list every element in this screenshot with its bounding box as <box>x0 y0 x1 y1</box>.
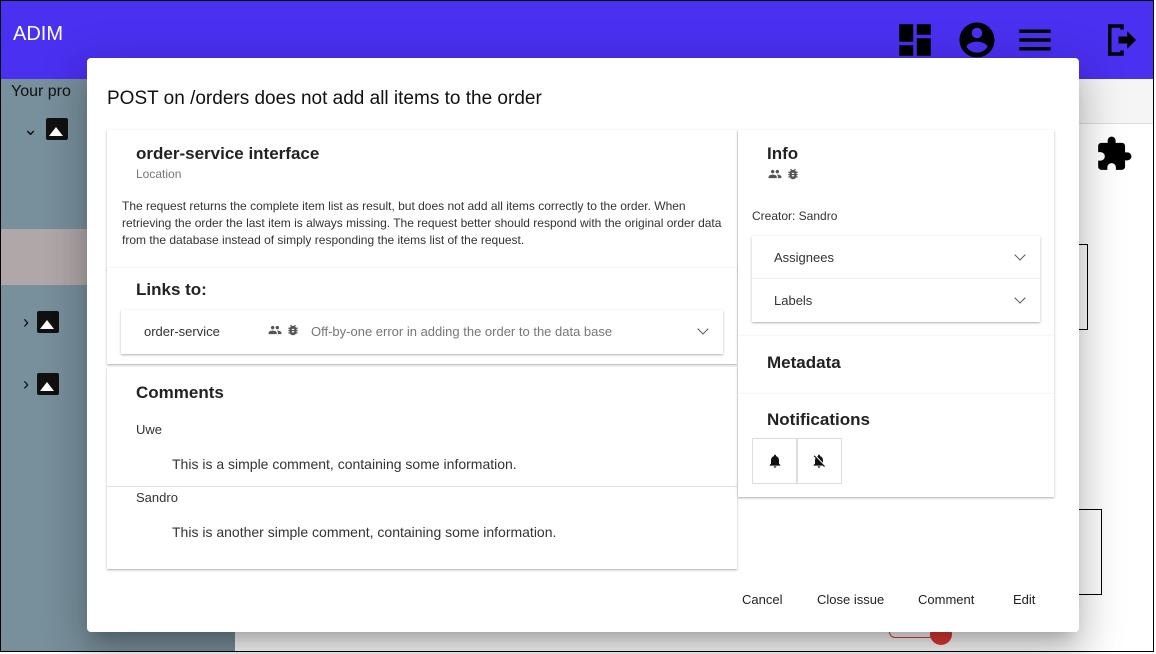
app-title: ADIM <box>13 23 63 45</box>
close-issue-button[interactable]: Close issue <box>817 592 884 607</box>
logout-icon[interactable] <box>1101 19 1143 61</box>
location-type: Location <box>136 167 182 181</box>
background-card-edge <box>1079 509 1102 595</box>
metadata-card[interactable]: Metadata <box>738 336 1054 394</box>
image-icon <box>46 118 69 140</box>
unsubscribe-button[interactable] <box>796 438 842 484</box>
chevron-down-icon[interactable] <box>1014 249 1026 261</box>
comments-heading: Comments <box>136 383 224 402</box>
chevron-right-icon[interactable]: › <box>23 374 29 395</box>
edit-button[interactable]: Edit <box>1013 592 1035 607</box>
dashboard-icon[interactable] <box>894 19 936 61</box>
metadata-heading: Metadata <box>767 353 841 372</box>
sidebar-tree-item[interactable]: › <box>23 373 59 395</box>
info-expansion-panels: Assignees Labels <box>752 236 1040 322</box>
chevron-down-icon[interactable] <box>697 323 709 335</box>
chevron-down-icon[interactable] <box>1014 292 1026 304</box>
link-item[interactable]: order-service Off-by-one error in adding… <box>121 310 723 354</box>
image-icon <box>37 311 59 333</box>
background-card-edge <box>1079 244 1088 330</box>
comment-text: This is another simple comment, containi… <box>172 524 557 540</box>
people-icon <box>268 325 282 335</box>
notifications-card: Notifications <box>738 394 1054 497</box>
comment-text: This is a simple comment, containing som… <box>172 456 517 472</box>
sidebar-tree-item[interactable]: ⌄ <box>23 118 69 140</box>
comment-author: Uwe <box>136 422 163 437</box>
comment-divider <box>107 486 737 487</box>
bug-icon <box>788 168 798 180</box>
account-circle-icon[interactable] <box>956 19 998 61</box>
bell-off-icon <box>813 454 825 468</box>
image-icon <box>37 373 59 395</box>
comment-author: Sandro <box>136 490 178 505</box>
puzzle-icon[interactable] <box>1095 135 1133 173</box>
info-heading: Info <box>767 144 799 163</box>
assignees-label: Assignees <box>774 249 834 265</box>
sidebar-heading: Your pro <box>11 83 71 100</box>
chevron-down-icon[interactable]: ⌄ <box>23 119 38 140</box>
info-card: Info Creator: Sandro Assignees Labels <box>738 130 1054 336</box>
dialog-title: POST on /orders does not add all items t… <box>107 88 542 109</box>
assignees-panel[interactable]: Assignees <box>752 236 1040 279</box>
link-component: order-service <box>144 324 220 339</box>
issue-description: The request returns the complete item li… <box>122 199 722 247</box>
cancel-button[interactable]: Cancel <box>742 592 782 607</box>
linked-issue-title: Off-by-one error in adding the order to … <box>311 324 613 339</box>
bug-icon <box>288 324 298 336</box>
chevron-right-icon[interactable]: › <box>23 312 29 333</box>
sidebar-tree-item[interactable]: › <box>23 311 59 333</box>
links-card: Links to: order-service Off-by-one error… <box>107 268 737 364</box>
comment-button[interactable]: Comment <box>918 592 974 607</box>
people-icon <box>768 169 782 179</box>
links-heading: Links to: <box>136 280 207 299</box>
bell-icon <box>769 454 781 468</box>
comments-card: Comments Uwe This is a simple comment, c… <box>107 367 737 569</box>
menu-icon[interactable] <box>1014 19 1056 61</box>
notifications-heading: Notifications <box>767 410 870 429</box>
labels-label: Labels <box>774 292 813 308</box>
subscribe-button[interactable] <box>752 438 798 484</box>
labels-panel[interactable]: Labels <box>752 279 1040 321</box>
location-name: order-service interface <box>136 144 320 163</box>
issue-type-icons <box>767 167 800 181</box>
issue-type-icons <box>267 323 300 337</box>
issue-dialog: POST on /orders does not add all items t… <box>87 58 1079 632</box>
creator-text: Creator: Sandro <box>752 209 838 223</box>
location-card: order-service interface Location The req… <box>107 130 737 270</box>
